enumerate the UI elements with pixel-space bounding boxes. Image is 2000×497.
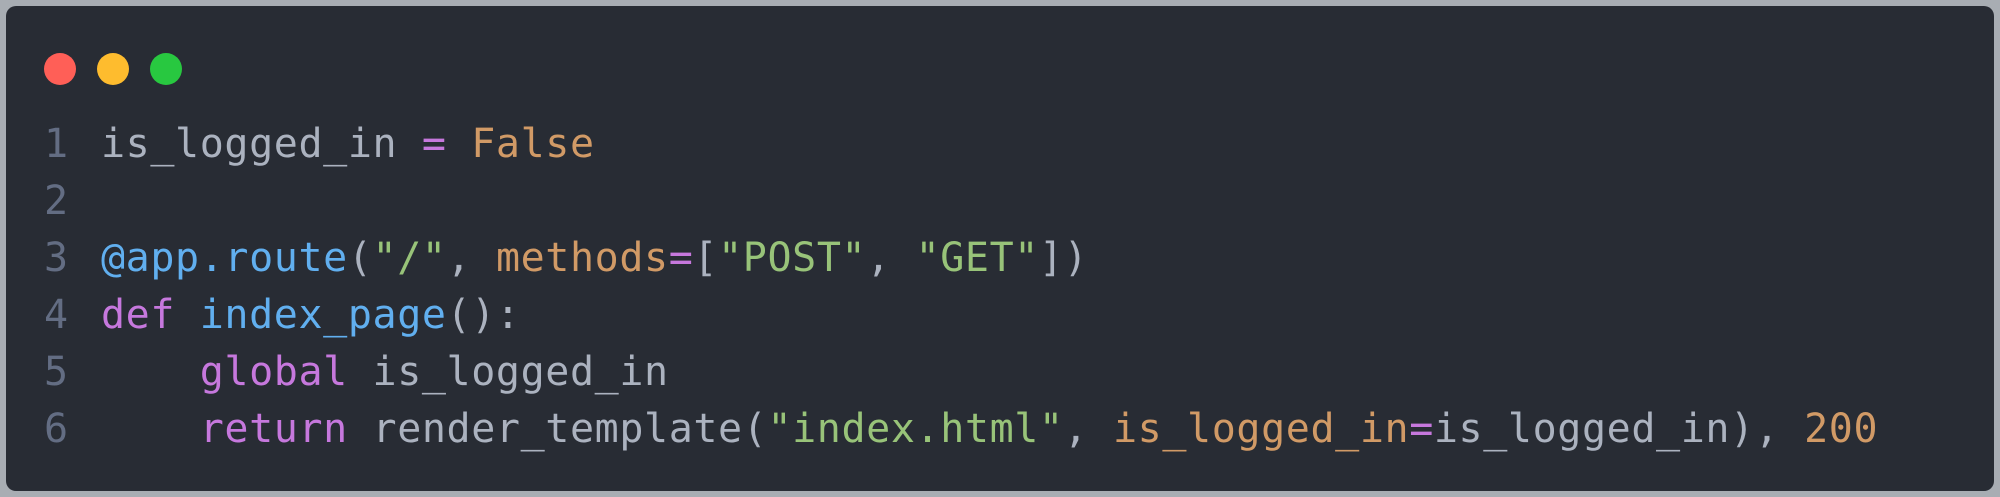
code-token: index_page: [199, 292, 447, 338]
code-token: ,: [866, 235, 916, 281]
minimize-dot-icon[interactable]: [97, 53, 129, 85]
close-dot-icon[interactable]: [44, 53, 76, 85]
line-number: 5: [44, 349, 69, 395]
code-token: is_logged_in: [347, 349, 669, 395]
line-number: 4: [44, 292, 69, 338]
line-content: global is_logged_in: [101, 344, 669, 401]
code-token: =: [1409, 406, 1434, 452]
code-token: ,: [446, 235, 496, 281]
line-content: return render_template("index.html", is_…: [101, 401, 1878, 458]
code-token: [: [693, 235, 719, 281]
line-number: 3: [44, 235, 69, 281]
code-token: @app.route: [101, 235, 348, 281]
line-content: @app.route("/", methods=["POST", "GET"]): [101, 230, 1088, 287]
line-number: 6: [44, 406, 69, 452]
line-content: is_logged_in = False: [101, 116, 595, 173]
zoom-dot-icon[interactable]: [150, 53, 182, 85]
code-token: =: [421, 121, 447, 167]
line-number: 1: [44, 121, 69, 167]
line-content: def index_page():: [101, 287, 521, 344]
code-token: =: [668, 235, 694, 281]
code-token: is_logged_in),: [1433, 406, 1805, 452]
code-token: global: [199, 349, 348, 395]
code-token: "GET": [915, 235, 1039, 281]
code-token: is_logged_in: [101, 121, 422, 167]
code-token: def: [101, 292, 176, 338]
code-window: 1 is_logged_in = False 2 3 @app.route("/", m…: [6, 6, 1994, 491]
code-token: 200: [1804, 406, 1879, 452]
code-token: "/": [372, 235, 447, 281]
code-token: "index.html": [767, 406, 1064, 452]
code-token: methods: [495, 235, 669, 281]
code-token: (: [347, 235, 373, 281]
code-token: ]): [1038, 235, 1089, 281]
code-token: render_template(: [347, 406, 768, 452]
line-number: 2: [44, 178, 69, 224]
code-token: False: [471, 121, 595, 167]
code-token: ,: [1063, 406, 1113, 452]
code-token: return: [199, 406, 348, 452]
code-token: is_logged_in: [1113, 406, 1410, 452]
code-token: "POST": [718, 235, 867, 281]
code-token: ():: [446, 292, 521, 338]
